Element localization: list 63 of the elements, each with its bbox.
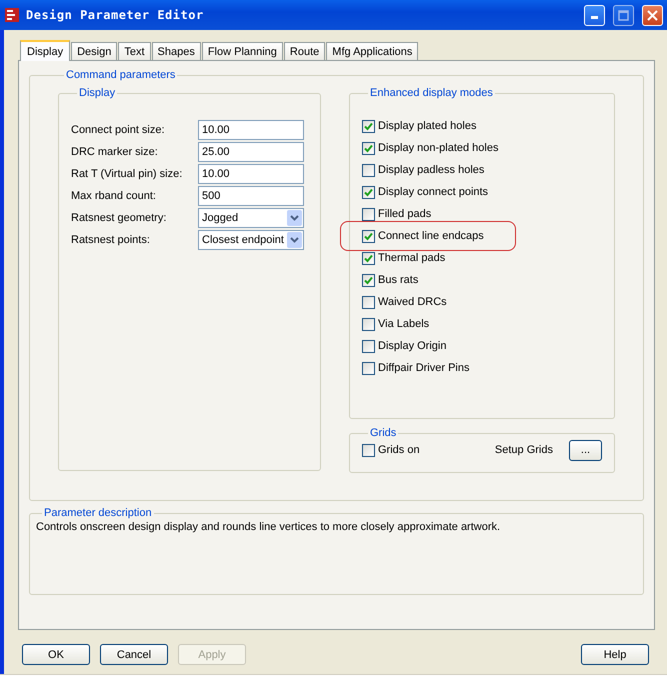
dropdown[interactable]: Closest endpoint — [198, 230, 304, 250]
checkbox-label: Bus rats — [378, 274, 418, 286]
checkbox[interactable] — [362, 186, 375, 198]
checkbox-label: Display padless holes — [378, 164, 484, 176]
dialog-button[interactable]: Cancel — [100, 644, 168, 665]
checkbox-label: Via Labels — [378, 318, 430, 330]
checkbox[interactable] — [362, 252, 375, 264]
tab[interactable]: Route — [284, 42, 326, 60]
field-label: DRC marker size: — [71, 146, 159, 158]
checkbox-label: Waived DRCs — [378, 296, 447, 308]
field-label: Connect point size: — [71, 124, 166, 136]
checkbox-label: Filled pads — [378, 208, 432, 220]
checkbox-label: Connect line endcaps — [378, 230, 484, 242]
tab[interactable]: Flow Planning — [202, 42, 283, 60]
input-field[interactable]: 10.00 — [198, 120, 304, 140]
dialog-button[interactable]: OK — [22, 644, 90, 665]
group-title: Grids — [369, 427, 398, 439]
checkbox[interactable] — [362, 230, 375, 242]
field-label: Rat T (Virtual pin) size: — [71, 168, 184, 180]
group-title: Command parameters — [65, 69, 176, 81]
checkbox-label: Display connect points — [378, 186, 488, 198]
checkbox[interactable] — [362, 142, 375, 154]
checkbox[interactable] — [362, 120, 375, 132]
tab[interactable]: Design — [71, 42, 118, 60]
checkbox-label: Display plated holes — [378, 120, 476, 132]
checkbox[interactable] — [362, 208, 375, 220]
checkbox-label: Thermal pads — [378, 252, 446, 264]
tab[interactable]: Text — [118, 42, 151, 60]
input-field[interactable]: 10.00 — [198, 164, 304, 184]
dropdown[interactable]: Jogged — [198, 208, 304, 228]
group-title: Enhanced display modes — [369, 87, 494, 99]
checkbox-label: Display Origin — [378, 340, 446, 352]
maximize-icon — [618, 10, 629, 20]
field-label: Max rband count: — [71, 190, 157, 202]
group-title: Display — [78, 87, 116, 99]
field-label: Ratsnest points: — [71, 234, 151, 246]
group-title: Parameter description — [43, 507, 153, 519]
window-title: Design Parameter Editor — [26, 8, 205, 22]
checkbox[interactable] — [362, 444, 375, 456]
checkbox[interactable] — [362, 340, 375, 352]
minimize-button[interactable] — [584, 4, 605, 26]
close-icon — [647, 10, 658, 20]
setup-grids-button[interactable]: ... — [569, 440, 602, 460]
checkbox[interactable] — [362, 362, 375, 374]
tab[interactable]: Mfg Applications — [326, 42, 418, 60]
app-icon — [4, 7, 20, 23]
checkbox-label: Display non-plated holes — [378, 142, 498, 154]
input-field[interactable]: 500 — [198, 186, 304, 206]
checkbox[interactable] — [362, 164, 375, 176]
tab[interactable]: Display — [20, 40, 70, 61]
close-button[interactable] — [642, 4, 663, 26]
setup-grids-label: Setup Grids — [494, 444, 553, 456]
checkbox[interactable] — [362, 274, 375, 286]
field-label: Ratsnest geometry: — [71, 212, 168, 224]
checkbox[interactable] — [362, 318, 375, 330]
tab[interactable]: Shapes — [152, 42, 201, 60]
input-field[interactable]: 25.00 — [198, 142, 304, 162]
checkbox-label: Grids on — [378, 444, 420, 456]
checkbox[interactable] — [362, 296, 375, 308]
dialog-button[interactable]: Help — [581, 644, 649, 665]
maximize-button[interactable] — [613, 4, 634, 26]
description-text: Controls onscreen design display and rounds line vertices to more closely approximate artwork. — [36, 521, 500, 533]
checkbox-label: Diffpair Driver Pins — [378, 362, 470, 374]
